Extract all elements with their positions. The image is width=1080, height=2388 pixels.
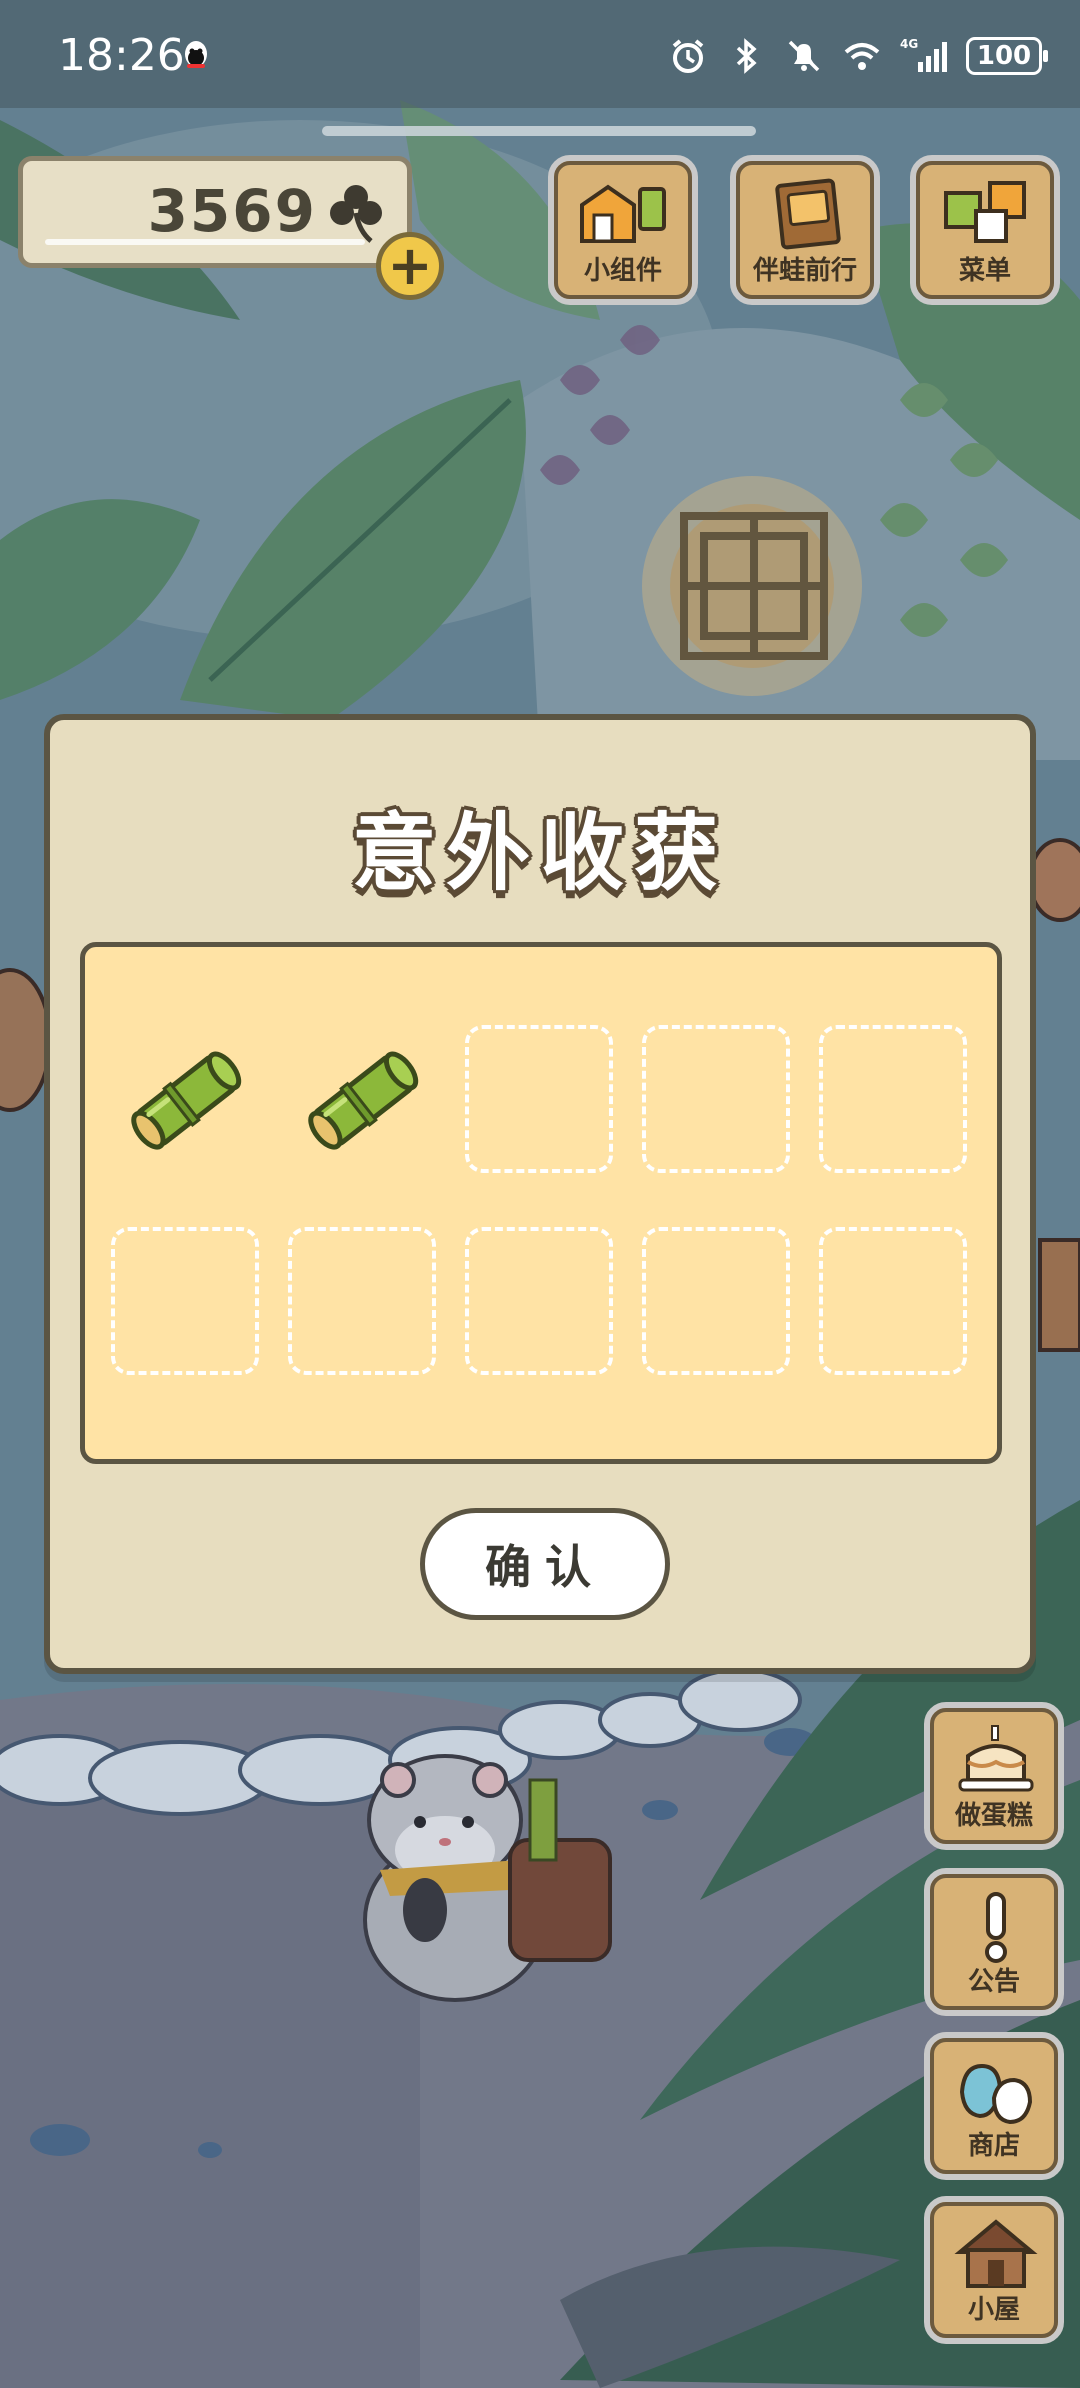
battery-level: 100 [976,41,1032,71]
widget-button[interactable]: 小组件 [548,155,698,305]
qq-icon [185,41,207,68]
plus-icon: + [387,234,433,297]
reward-slot-empty [642,1227,790,1375]
reward-slot-empty [642,1025,790,1173]
menu-button[interactable]: 菜单 [910,155,1060,305]
svg-text:4G: 4G [900,37,918,51]
wifi-icon [844,43,880,70]
book-icon [775,178,841,250]
battery-icon: 100 [966,37,1048,75]
shop-bag-icon [959,2063,1033,2125]
mute-icon [788,40,820,72]
status-bar: 18:26 4G 100 [0,0,1080,108]
reward-slot-empty [111,1227,259,1375]
exclamation-icon [985,1892,1007,1963]
alarm-icon [672,39,704,73]
widget-button-label: 小组件 [583,256,662,286]
menu-button-label: 菜单 [958,256,1011,286]
cabin-button[interactable]: 小屋 [924,2196,1064,2344]
frog-journey-button[interactable]: 伴蛙前行 [730,155,880,305]
add-clover-button[interactable]: + [376,232,444,300]
make-cake-button[interactable]: 做蛋糕 [924,1702,1064,1850]
signal-icon: 4G [900,37,947,72]
frog-journey-button-label: 伴蛙前行 [752,256,857,286]
status-icons: 4G 100 [668,32,1048,80]
clover-counter: 3569 [18,156,412,268]
cabin-button-label: 小屋 [967,2295,1020,2325]
widget-icon [580,184,666,243]
reward-slot-empty [819,1227,967,1375]
make-cake-button-label: 做蛋糕 [954,1801,1033,1831]
reward-slot-empty [465,1227,613,1375]
confirm-button[interactable]: 确认 [420,1508,670,1620]
cake-icon [958,1725,1034,1792]
notice-button-label: 公告 [967,1967,1020,1997]
reward-slot-empty [465,1025,613,1173]
clover-underline [45,239,365,245]
reward-slot-empty [819,1025,967,1173]
notice-button[interactable]: 公告 [924,1868,1064,2016]
bamboo-icon [308,1051,419,1150]
status-time: 18:26 [58,30,185,81]
clover-count: 3569 [147,177,317,245]
shop-button-label: 商店 [967,2131,1020,2161]
shop-button[interactable]: 商店 [924,2032,1064,2180]
bamboo-icon [131,1051,242,1150]
pull-down-handle[interactable] [322,126,756,136]
reward-slot-filled [111,1025,259,1173]
reward-slot-empty [288,1227,436,1375]
reward-slot-filled [288,1025,436,1173]
menu-icon [944,181,1026,243]
bluetooth-icon [736,38,757,74]
dialog-title: 意外收获 [351,804,728,902]
house-icon [954,2219,1038,2288]
reward-items-panel [80,942,1002,1464]
clover-icon [330,185,382,243]
reward-dialog: 意外收获 确认 [44,714,1036,1674]
